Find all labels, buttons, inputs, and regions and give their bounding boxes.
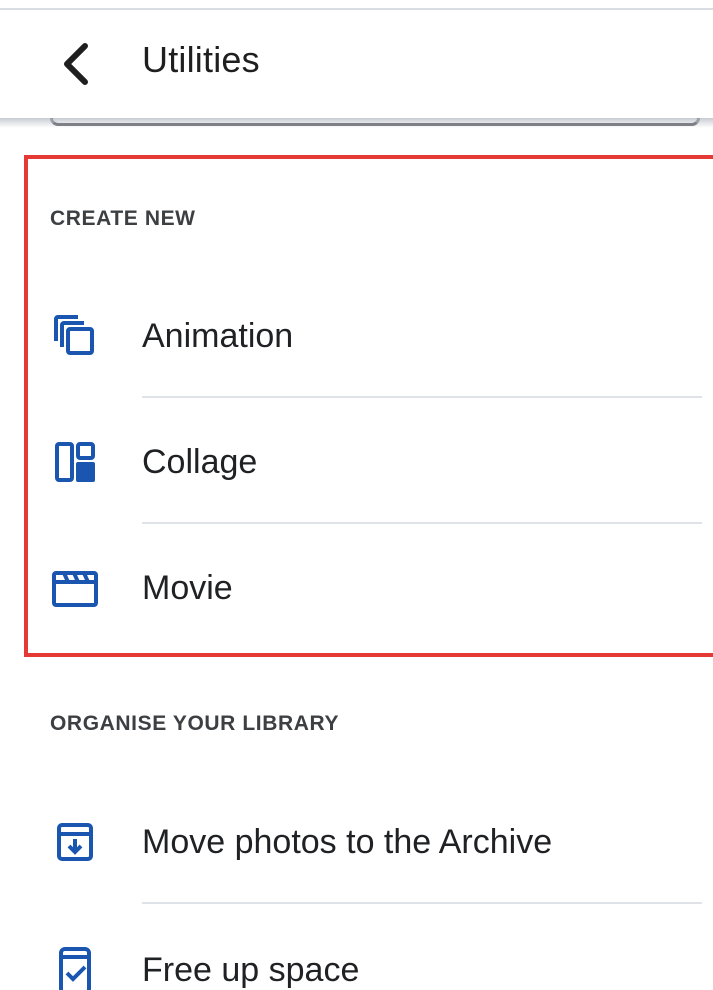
phone-check-icon [50, 945, 100, 990]
app-header: Utilities [0, 10, 713, 118]
header-edge [50, 118, 700, 126]
chevron-left-icon [64, 43, 88, 85]
back-button[interactable] [50, 38, 102, 90]
archive-download-icon [50, 817, 100, 867]
menu-item-label: Free up space [142, 950, 360, 989]
highlight-box [24, 155, 713, 657]
menu-item-free-up-space[interactable]: Free up space [0, 920, 713, 990]
section-heading-organise-library: ORGANISE YOUR LIBRARY [50, 712, 340, 735]
divider [142, 902, 702, 904]
menu-item-label: Move photos to the Archive [142, 822, 553, 861]
utilities-screen: Utilities CREATE NEW Animation Collage M… [0, 0, 713, 990]
menu-item-move-to-archive[interactable]: Move photos to the Archive [0, 792, 713, 892]
page-title: Utilities [142, 39, 260, 80]
